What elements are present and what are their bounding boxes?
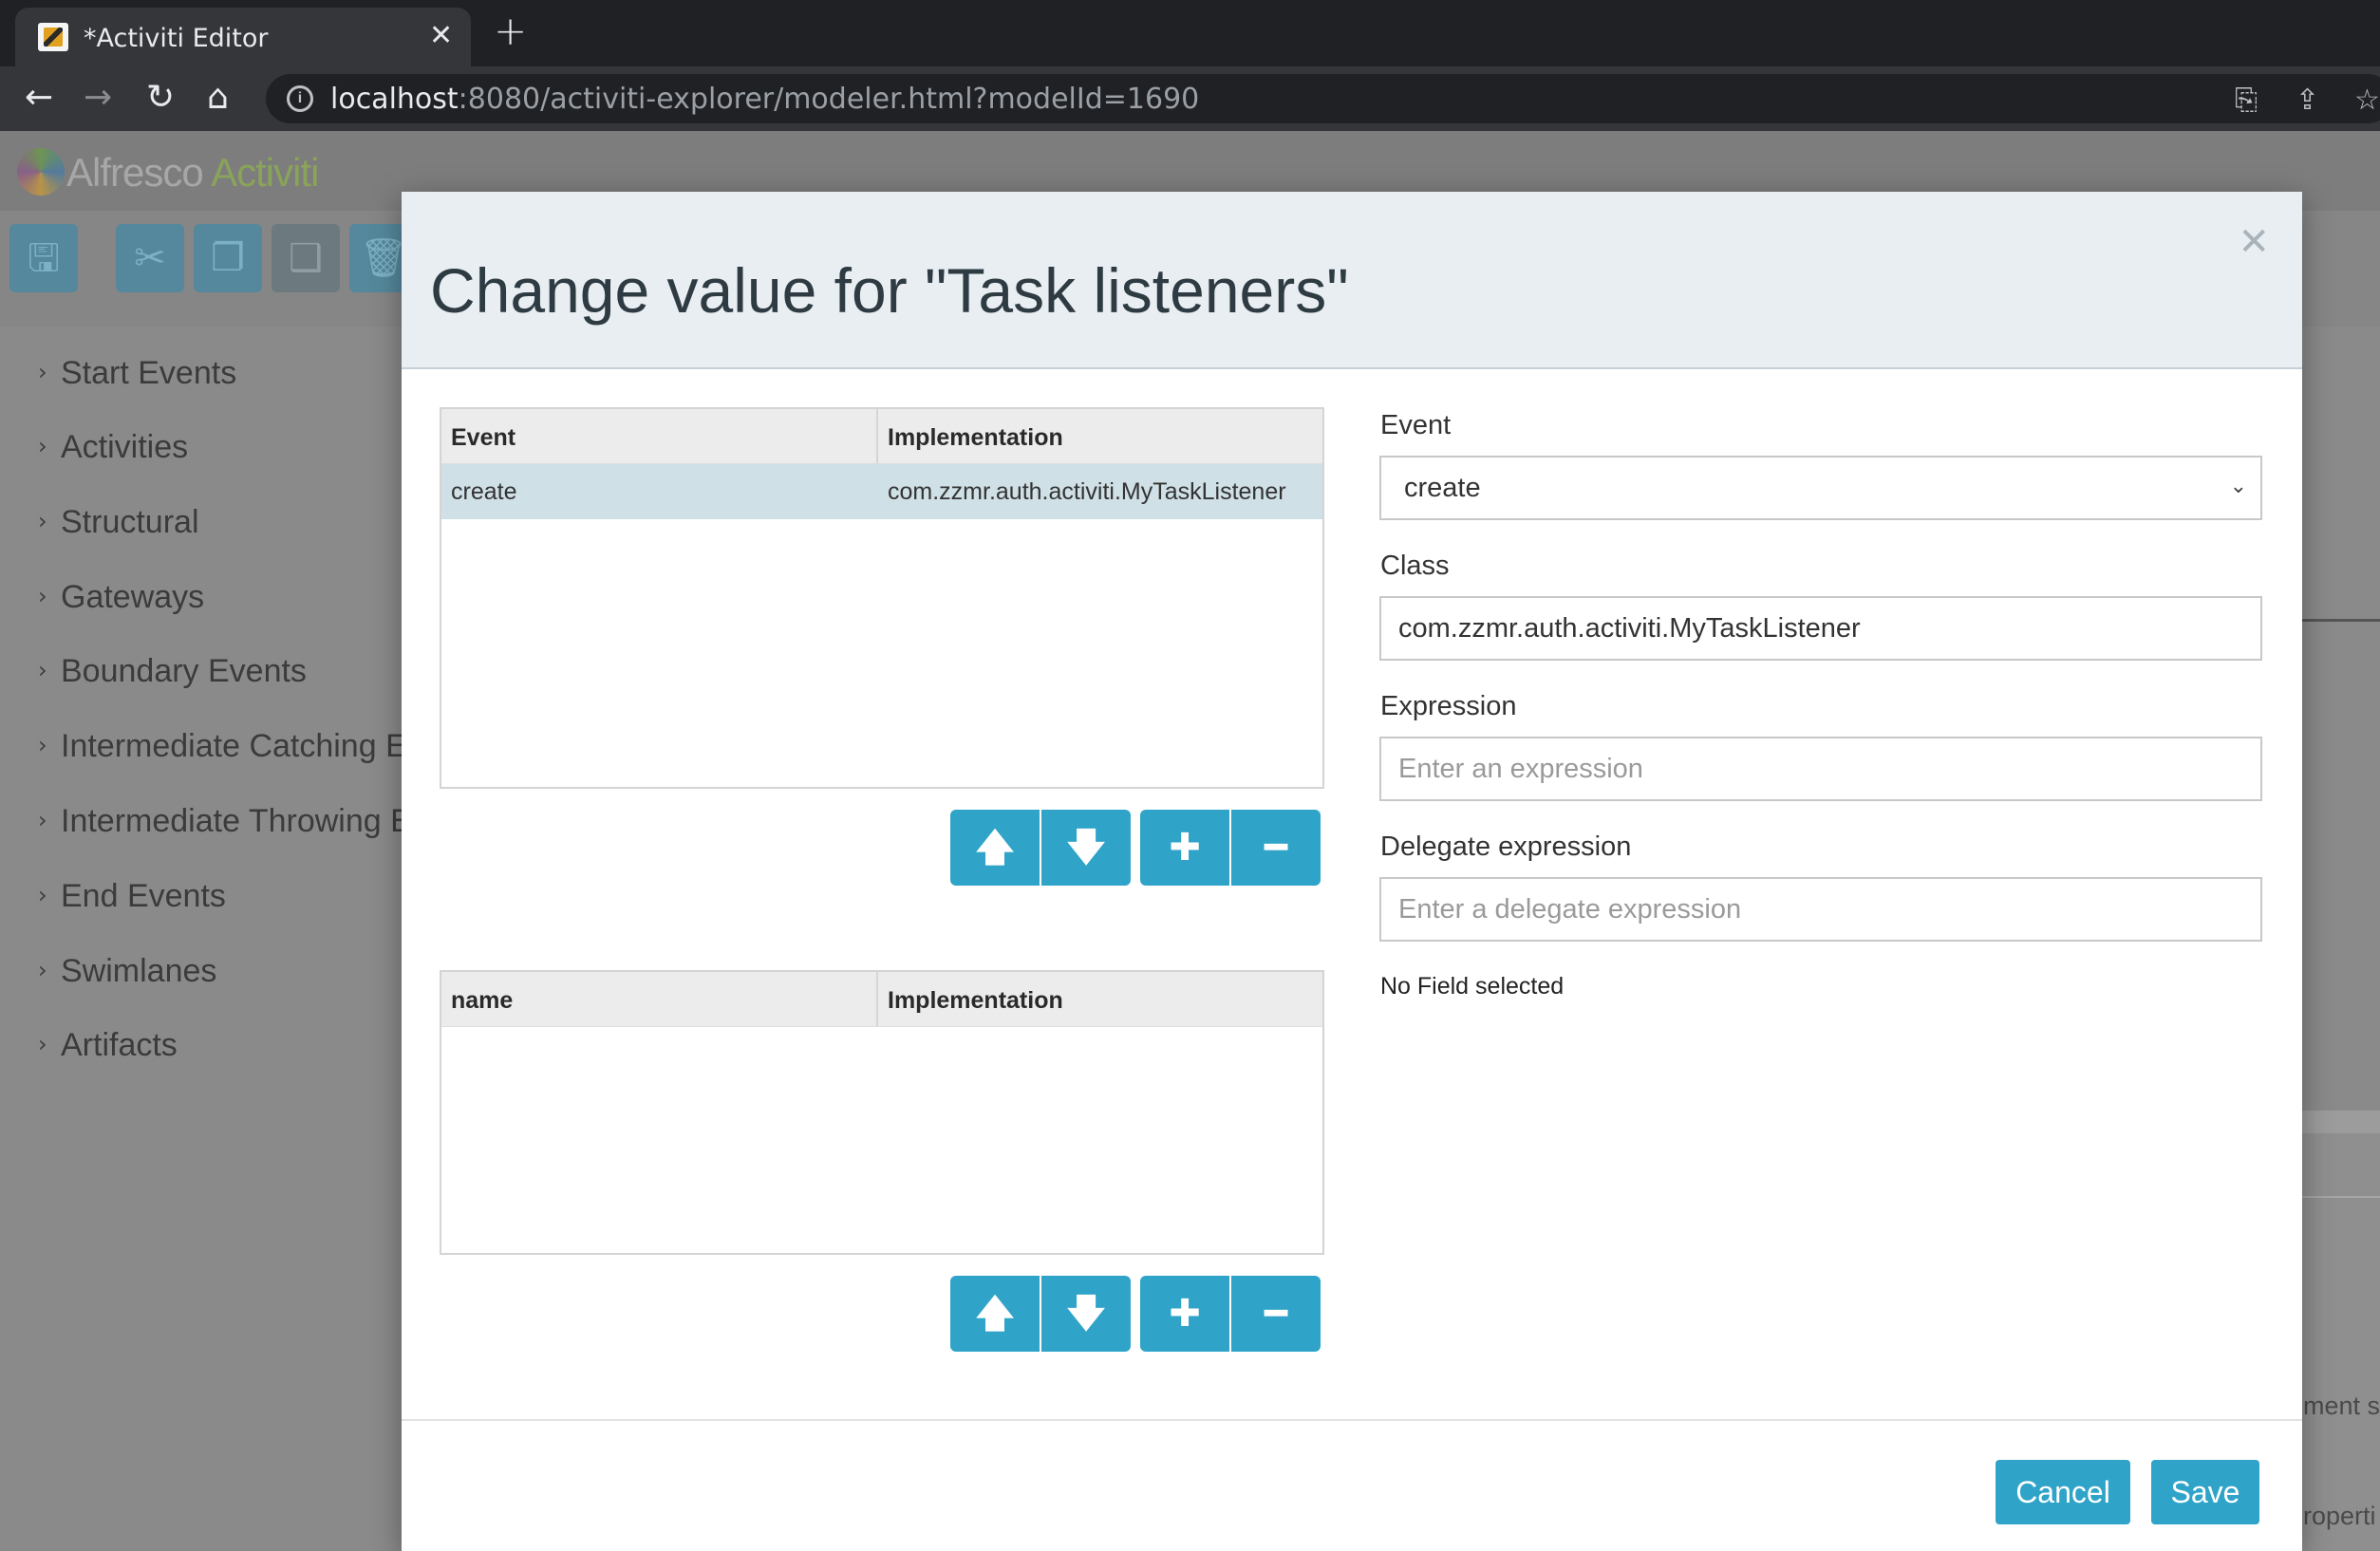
chevron-down-icon: ⌄: [2229, 475, 2247, 498]
save-button[interactable]: Save: [2151, 1460, 2259, 1524]
chevron-right-icon: ›: [38, 583, 47, 609]
row-implementation-cell[interactable]: com.zzmr.auth.activiti.MyTaskListener: [878, 464, 1296, 519]
tab-title: *Activiti Editor: [84, 24, 269, 53]
properties-divider: [2302, 1196, 2380, 1198]
dialog-footer-divider: [402, 1419, 2302, 1421]
arrow-up-icon: 🡅: [975, 1292, 1015, 1336]
remove-field-button[interactable]: ━: [1231, 1276, 1321, 1352]
sequence-flow-line: [2302, 619, 2380, 622]
move-down-button[interactable]: 🡇: [1041, 1276, 1131, 1352]
browser-tab[interactable]: *Activiti Editor ✕: [15, 8, 471, 66]
back-arrow-icon[interactable]: ←: [25, 79, 53, 117]
move-up-button[interactable]: 🡅: [950, 1276, 1040, 1352]
table-row[interactable]: create com.zzmr.auth.activiti.MyTaskList…: [441, 464, 1322, 519]
row-event-cell[interactable]: create: [441, 464, 878, 519]
share-icon[interactable]: ⇪: [2296, 84, 2319, 117]
new-tab-icon[interactable]: +: [494, 8, 527, 54]
move-up-button[interactable]: 🡅: [950, 810, 1040, 886]
activiti-logo-icon: [17, 148, 65, 196]
plus-icon: ✚: [1169, 826, 1201, 869]
event-select[interactable]: create ⌄: [1379, 456, 2262, 520]
chevron-right-icon: ›: [38, 732, 47, 758]
event-select-value: create: [1404, 473, 1481, 503]
delegate-expression-label: Delegate expression: [1380, 832, 1632, 862]
move-down-button[interactable]: 🡇: [1041, 810, 1131, 886]
event-label: Event: [1380, 410, 1452, 440]
column-header-implementation[interactable]: Implementation: [878, 409, 1073, 463]
column-header-name[interactable]: name: [441, 972, 878, 1026]
bookmark-star-icon[interactable]: ☆: [2354, 84, 2380, 117]
table-header: name Implementation: [441, 972, 1322, 1027]
address-bar[interactable]: i localhost:8080/activiti-explorer/model…: [266, 74, 2380, 123]
translate-icon[interactable]: ⎘: [2235, 84, 2258, 117]
listener-actions: 🡅 🡇: [950, 810, 1131, 886]
column-header-event[interactable]: Event: [441, 409, 878, 463]
url-text[interactable]: localhost:8080/activiti-explorer/modeler…: [330, 83, 1199, 116]
minus-icon: ━: [1264, 1292, 1288, 1336]
close-icon[interactable]: ✕: [2238, 220, 2270, 264]
palette-group-gateways[interactable]: › Gateways: [38, 579, 204, 616]
remove-listener-button[interactable]: ━: [1231, 810, 1321, 886]
palette-group-boundary-events[interactable]: › Boundary Events: [38, 653, 307, 690]
dialog-title: Change value for "Task listeners": [430, 255, 1349, 326]
arrow-down-icon: 🡇: [1066, 826, 1106, 869]
browser-toolbar: ← → ↻ ⌂ i localhost:8080/activiti-explor…: [0, 66, 2380, 131]
properties-peek-text: ment s: [2303, 1392, 2380, 1420]
properties-peek-text-2: roperti: [2303, 1502, 2376, 1530]
field-actions: 🡅 🡇: [950, 1276, 1131, 1352]
arrow-down-icon: 🡇: [1066, 1292, 1106, 1336]
minus-icon: ━: [1264, 826, 1288, 869]
chevron-right-icon: ›: [38, 508, 47, 534]
chevron-right-icon: ›: [38, 882, 47, 908]
canvas-scrollbar[interactable]: [2302, 1111, 2380, 1133]
save-model-icon[interactable]: 🖫: [9, 224, 78, 292]
activiti-favicon-icon: [38, 23, 68, 51]
cut-icon[interactable]: ✂: [116, 224, 184, 292]
app-logo-text: Alfresco Activiti: [66, 150, 319, 195]
chevron-right-icon: ›: [38, 359, 47, 385]
palette-group-artifacts[interactable]: › Artifacts: [38, 1027, 178, 1064]
listener-add-remove: ✚ ━: [1140, 810, 1321, 886]
listeners-table: Event Implementation create com.zzmr.aut…: [440, 407, 1324, 789]
class-input[interactable]: [1379, 596, 2262, 661]
fields-table: name Implementation: [440, 970, 1324, 1255]
browser-tab-bar: *Activiti Editor ✕ +: [0, 0, 2380, 66]
chevron-right-icon: ›: [38, 657, 47, 683]
arrow-up-icon: 🡅: [975, 826, 1015, 869]
chevron-right-icon: ›: [38, 433, 47, 459]
add-listener-button[interactable]: ✚: [1140, 810, 1229, 886]
class-label: Class: [1380, 551, 1450, 581]
cancel-button[interactable]: Cancel: [1996, 1460, 2130, 1524]
home-icon[interactable]: ⌂: [207, 79, 229, 117]
palette-group-structural[interactable]: › Structural: [38, 504, 199, 541]
reload-icon[interactable]: ↻: [146, 79, 175, 117]
dialog-header: Change value for "Task listeners" ✕: [402, 192, 2302, 369]
palette-group-swimlanes[interactable]: › Swimlanes: [38, 953, 216, 990]
add-field-button[interactable]: ✚: [1140, 1276, 1229, 1352]
table-header: Event Implementation: [441, 409, 1322, 464]
chevron-right-icon: ›: [38, 1031, 47, 1057]
forward-arrow-icon[interactable]: →: [84, 79, 112, 117]
chevron-right-icon: ›: [38, 957, 47, 983]
no-field-selected-text: No Field selected: [1380, 973, 1565, 1000]
expression-input[interactable]: [1379, 737, 2262, 801]
chevron-right-icon: ›: [38, 807, 47, 833]
column-header-implementation[interactable]: Implementation: [878, 972, 1073, 1026]
field-add-remove: ✚ ━: [1140, 1276, 1321, 1352]
palette-group-end-events[interactable]: › End Events: [38, 878, 226, 915]
palette-group-start-events[interactable]: › Start Events: [38, 355, 236, 392]
palette-group-activities[interactable]: › Activities: [38, 429, 188, 466]
copy-icon[interactable]: ❐: [194, 224, 262, 292]
site-info-icon[interactable]: i: [287, 85, 313, 112]
delegate-expression-input[interactable]: [1379, 877, 2262, 942]
plus-icon: ✚: [1169, 1292, 1201, 1336]
task-listeners-dialog: Change value for "Task listeners" ✕ Even…: [402, 192, 2302, 1551]
paste-icon[interactable]: ❑: [272, 224, 340, 292]
expression-label: Expression: [1380, 691, 1517, 721]
tab-close-icon[interactable]: ✕: [429, 19, 453, 52]
